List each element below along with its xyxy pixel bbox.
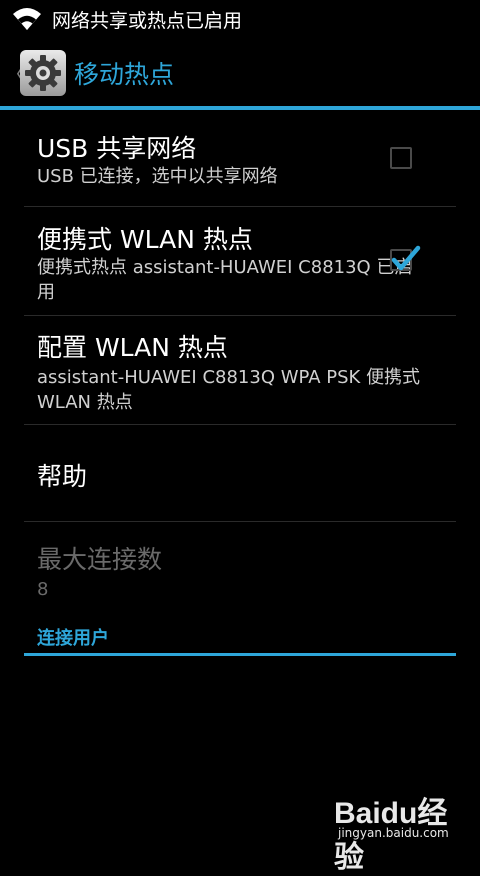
chevron-left-icon[interactable]: 〈 bbox=[4, 57, 26, 89]
action-bar-divider bbox=[0, 106, 480, 110]
baidu-jingyan-watermark: Baidu经验 jingyan.baidu.com bbox=[334, 786, 464, 874]
pref-summary: 8 bbox=[37, 579, 49, 600]
pref-portable-hotspot[interactable]: 便携式 WLAN 热点 便携式热点 assistant-HUAWEI C8813… bbox=[24, 207, 456, 316]
pref-title: USB 共享网络 bbox=[37, 134, 197, 163]
page-title: 移动热点 bbox=[74, 60, 175, 89]
pref-configure-hotspot[interactable]: 配置 WLAN 热点 assistant-HUAWEI C8813Q WPA P… bbox=[24, 316, 456, 425]
watermark-url: jingyan.baidu.com bbox=[338, 826, 449, 840]
portable-hotspot-checkbox[interactable] bbox=[390, 245, 421, 271]
pref-title: 便携式 WLAN 热点 bbox=[37, 225, 253, 254]
status-bar: 网络共享或热点已启用 bbox=[0, 0, 480, 38]
category-connected-users: 连接用户 bbox=[24, 622, 456, 656]
wifi-hotspot-icon bbox=[13, 8, 41, 30]
pref-help[interactable]: 帮助 bbox=[24, 425, 456, 522]
pref-summary: assistant-HUAWEI C8813Q WPA PSK 便携式 WLAN… bbox=[37, 367, 421, 413]
status-notification-text: 网络共享或热点已启用 bbox=[52, 9, 243, 32]
usb-tethering-checkbox[interactable] bbox=[390, 147, 412, 169]
pref-summary: USB 已连接，选中以共享网络 bbox=[37, 166, 278, 187]
pref-summary: 便携式热点 assistant-HUAWEI C8813Q 已启用 bbox=[37, 257, 413, 303]
pref-title: 配置 WLAN 热点 bbox=[37, 333, 228, 362]
checkmark-icon bbox=[391, 245, 421, 271]
pref-max-connections: 最大连接数 8 bbox=[24, 522, 456, 618]
settings-gear-icon[interactable] bbox=[20, 50, 66, 96]
category-title: 连接用户 bbox=[37, 628, 109, 649]
pref-title: 帮助 bbox=[37, 462, 88, 491]
action-bar[interactable]: 〈 移动热点 bbox=[0, 40, 480, 106]
pref-usb-tethering[interactable]: USB 共享网络 USB 已连接，选中以共享网络 bbox=[24, 112, 456, 207]
category-divider bbox=[24, 653, 456, 656]
pref-title: 最大连接数 bbox=[37, 545, 163, 574]
